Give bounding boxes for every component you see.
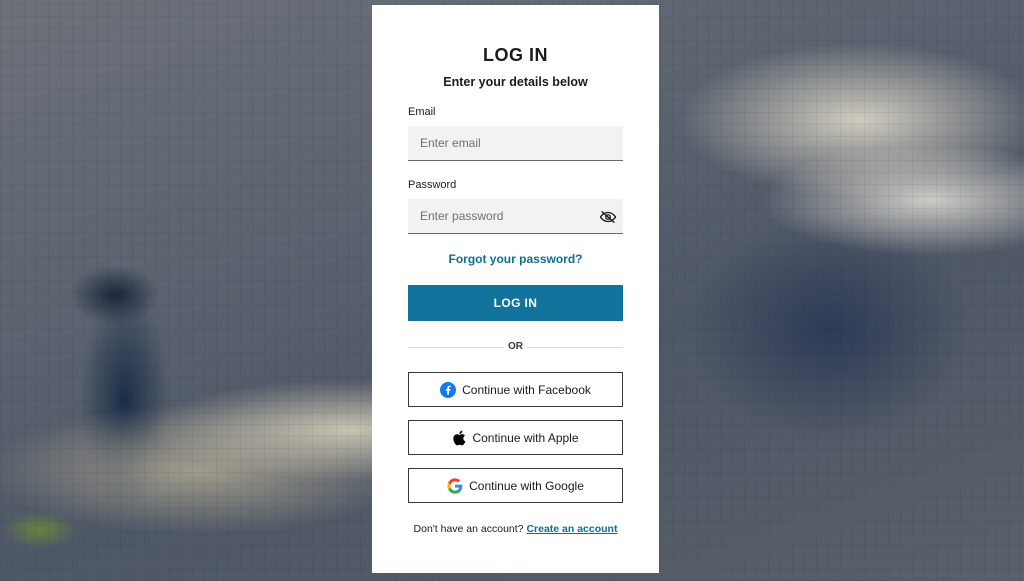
signup-prompt: Don't have an account? Create an account <box>372 523 659 535</box>
email-field-container <box>408 126 623 161</box>
signup-prompt-text: Don't have an account? <box>413 523 524 535</box>
facebook-button-label: Continue with Facebook <box>462 382 591 397</box>
password-label: Password <box>408 179 457 191</box>
page-title: LOG IN <box>483 45 548 65</box>
password-field-container <box>408 199 623 234</box>
continue-with-google-button[interactable]: Continue with Google <box>408 468 623 503</box>
login-card: LOG IN Enter your details below Email Pa… <box>372 5 659 573</box>
create-account-link[interactable]: Create an account <box>526 523 617 535</box>
email-field[interactable] <box>408 126 623 160</box>
forgot-password-link[interactable]: Forgot your password? <box>372 252 659 266</box>
facebook-icon <box>440 381 457 398</box>
apple-icon <box>452 430 466 446</box>
email-label: Email <box>408 106 436 118</box>
page-subtitle: Enter your details below <box>443 75 588 89</box>
or-divider: OR <box>408 341 623 353</box>
password-field[interactable] <box>408 199 623 233</box>
continue-with-facebook-button[interactable]: Continue with Facebook <box>408 372 623 407</box>
google-icon <box>447 477 463 494</box>
login-button[interactable]: LOG IN <box>408 285 623 321</box>
divider-line-right <box>527 347 623 348</box>
eye-slash-icon[interactable] <box>599 208 617 226</box>
apple-button-label: Continue with Apple <box>472 430 579 445</box>
google-button-label: Continue with Google <box>469 478 584 493</box>
continue-with-apple-button[interactable]: Continue with Apple <box>408 420 623 455</box>
